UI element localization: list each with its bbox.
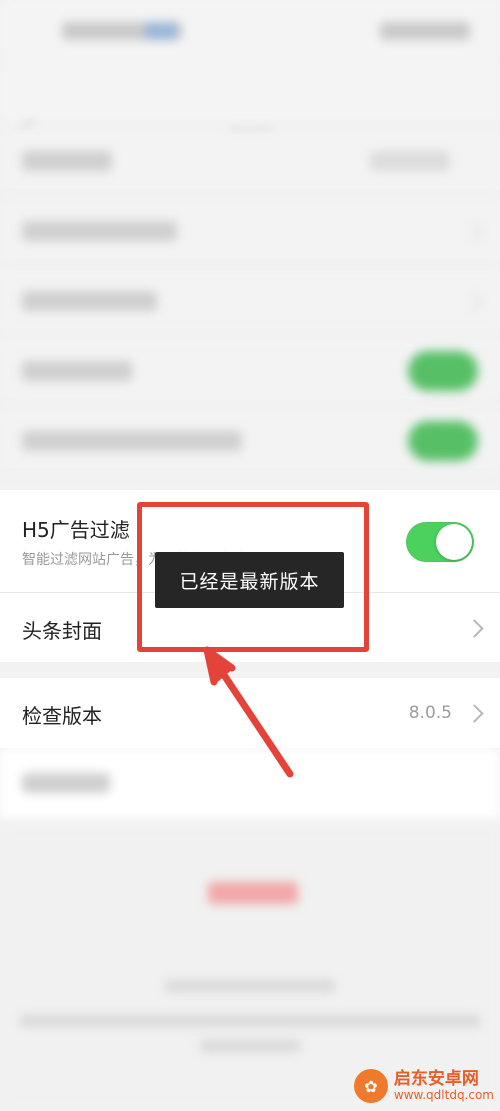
status-bar xyxy=(0,0,500,60)
status-bar-right xyxy=(380,22,470,40)
version-number: 8.0.5 xyxy=(408,703,452,723)
ad-filter-title: H5广告过滤 xyxy=(22,518,130,542)
logout-button[interactable] xyxy=(208,882,298,904)
blurred-setting-row[interactable] xyxy=(0,338,500,405)
headline-cover-title: 头条封面 xyxy=(22,619,102,643)
blurred-setting-row[interactable] xyxy=(0,198,500,265)
watermark-url: www.qdltdq.com xyxy=(393,1087,494,1102)
ad-filter-toggle[interactable] xyxy=(406,522,474,562)
setting-check-version[interactable]: 检查版本 8.0.5 xyxy=(0,678,500,748)
chevron-right-icon xyxy=(465,619,484,638)
chevron-right-icon xyxy=(463,292,483,312)
footer-text xyxy=(20,1015,480,1027)
status-bar-indicator xyxy=(145,22,177,40)
watermark-logo-icon: ✿ xyxy=(353,1069,388,1103)
chevron-right-icon xyxy=(463,222,483,242)
blurred-setting-row[interactable] xyxy=(0,268,500,335)
toggle-switch[interactable] xyxy=(408,351,478,391)
footer-text xyxy=(200,1040,300,1052)
blurred-setting-row[interactable] xyxy=(0,748,500,818)
blurred-setting-row[interactable] xyxy=(0,128,500,195)
check-version-title: 检查版本 xyxy=(22,704,102,728)
highlight-box xyxy=(137,502,369,652)
footer-text xyxy=(165,980,335,992)
toggle-knob xyxy=(436,524,472,560)
watermark-name: 启东安卓网 xyxy=(393,1069,479,1090)
blurred-setting-row[interactable] xyxy=(0,408,500,475)
watermark: ✿ 启东安卓网 www.qdltdq.com xyxy=(353,1069,494,1103)
toggle-switch[interactable] xyxy=(408,421,478,461)
chevron-right-icon xyxy=(465,704,484,723)
nav-bar xyxy=(0,60,500,159)
